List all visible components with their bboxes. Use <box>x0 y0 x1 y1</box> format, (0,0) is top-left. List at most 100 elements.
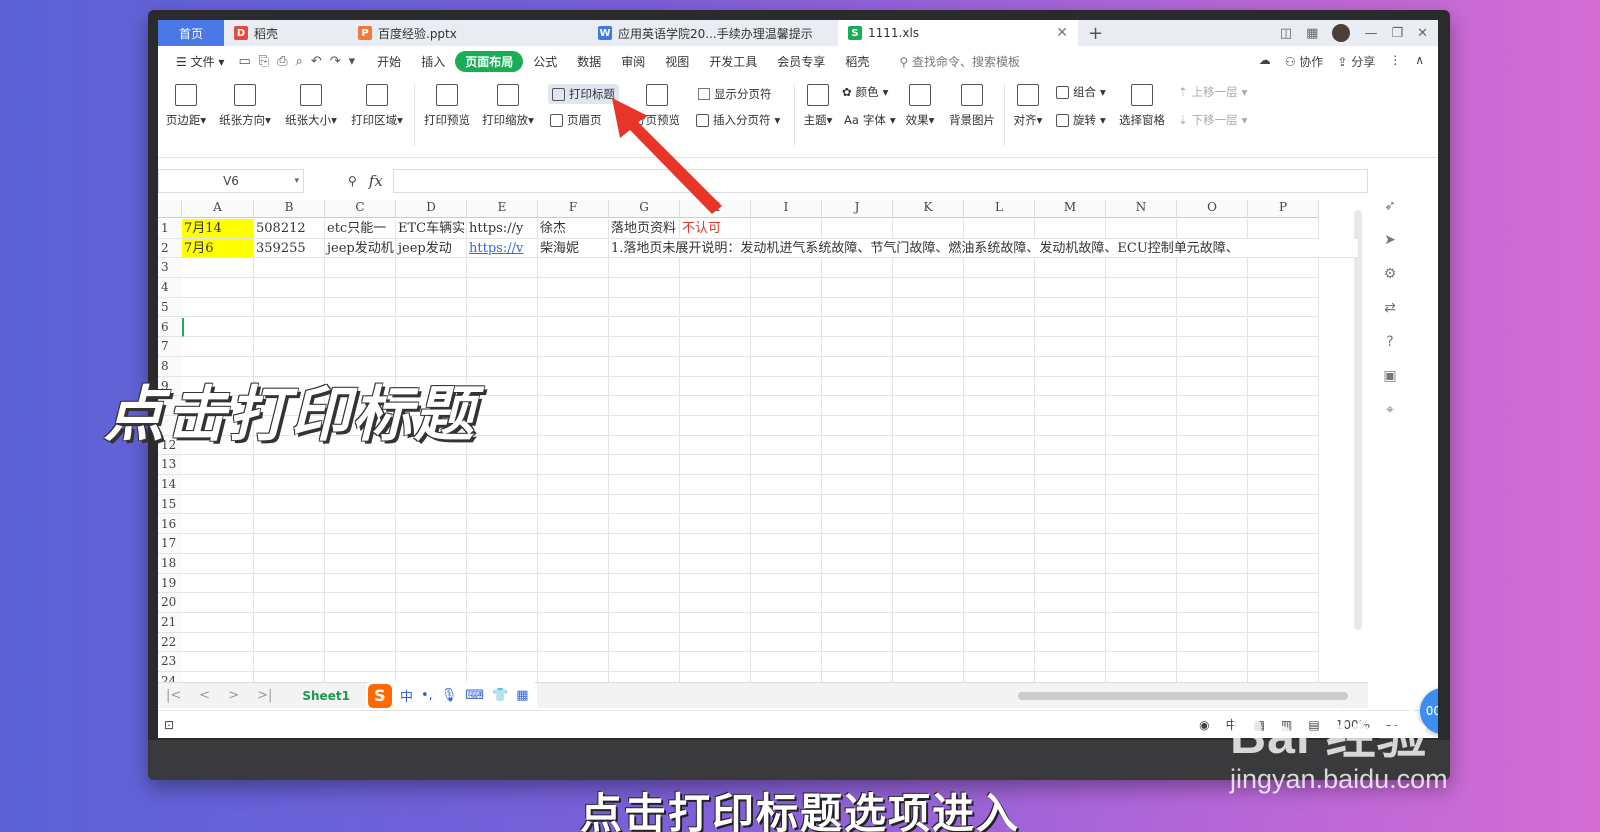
preview-icon[interactable]: ⌕ <box>296 54 303 69</box>
row-header[interactable]: 23 <box>158 652 182 673</box>
grid-cell[interactable] <box>893 593 964 613</box>
grid-cell[interactable] <box>964 278 1035 298</box>
grid-cell[interactable] <box>538 494 609 515</box>
grid-cell[interactable] <box>751 219 822 239</box>
grid-cell[interactable]: 508212 <box>254 219 325 239</box>
orientation-button[interactable]: 纸张方向▾ <box>216 84 274 128</box>
grid-cell[interactable] <box>1035 514 1106 535</box>
mic-icon[interactable]: 🎙 <box>441 688 458 703</box>
grid-cell[interactable] <box>751 494 822 515</box>
paper-size-button[interactable]: 纸张大小▾ <box>282 84 340 128</box>
grid-cell[interactable] <box>467 573 538 594</box>
grid-cell[interactable] <box>822 258 893 279</box>
grid-cell[interactable] <box>680 356 751 377</box>
grid-cell[interactable] <box>182 652 254 673</box>
image-tool-icon[interactable]: ▣ <box>1383 368 1396 384</box>
menu-member[interactable]: 会员专享 <box>767 53 835 70</box>
grid-cell[interactable] <box>396 632 467 653</box>
grid-cell[interactable] <box>1106 632 1177 653</box>
grid-cell[interactable] <box>751 376 822 397</box>
grid-cell[interactable] <box>893 219 964 239</box>
grid-cell[interactable] <box>751 396 822 416</box>
grid-cell[interactable] <box>893 553 964 574</box>
grid-cell[interactable] <box>609 534 680 554</box>
grid-cell[interactable] <box>964 258 1035 279</box>
grid-cell[interactable] <box>680 672 751 682</box>
column-header[interactable]: A <box>182 200 254 218</box>
help-icon[interactable]: ? <box>1386 334 1393 350</box>
export-icon[interactable]: ⎘ <box>259 54 269 69</box>
cloud-sync-icon[interactable]: ☁ <box>1259 53 1271 70</box>
grid-cell[interactable] <box>1177 573 1248 594</box>
page-break-preview-button[interactable]: 分页预览 <box>632 84 682 128</box>
grid-cell[interactable] <box>1248 652 1319 673</box>
grid-cell[interactable] <box>325 613 396 633</box>
grid-cell[interactable] <box>1035 593 1106 613</box>
grid-cell[interactable] <box>396 455 467 476</box>
grid-cell[interactable] <box>609 613 680 633</box>
grid-cell[interactable] <box>254 613 325 633</box>
row-header[interactable]: 5 <box>158 297 182 318</box>
grid-cell[interactable] <box>1177 317 1248 338</box>
grid-cell[interactable] <box>538 652 609 673</box>
grid-cell[interactable] <box>822 475 893 495</box>
grid-cell[interactable] <box>680 553 751 574</box>
grid-cell[interactable] <box>893 455 964 476</box>
grid-cell[interactable] <box>893 652 964 673</box>
collab-button[interactable]: ⚇ 协作 <box>1285 53 1324 70</box>
grid-cell[interactable] <box>396 672 467 682</box>
close-icon[interactable]: ✕ <box>1056 25 1068 41</box>
grid-cell[interactable] <box>182 593 254 613</box>
grid-cell[interactable] <box>964 553 1035 574</box>
grid-cell[interactable] <box>325 514 396 535</box>
print-icon[interactable]: ⎙ <box>277 54 287 69</box>
grid-cell[interactable] <box>609 376 680 397</box>
grid-cell[interactable] <box>1177 356 1248 377</box>
save-icon[interactable]: ▭ <box>238 54 250 69</box>
grid-cell[interactable] <box>751 455 822 476</box>
font-button[interactable]: Aa 字体 ▾ <box>844 112 896 128</box>
grid-cell[interactable] <box>396 553 467 574</box>
grid-cell[interactable] <box>893 317 964 338</box>
grid-cell[interactable] <box>680 475 751 495</box>
grid-cell[interactable] <box>1106 553 1177 574</box>
grid-cell[interactable] <box>609 356 680 377</box>
grid-cell[interactable] <box>893 573 964 594</box>
grid-cell[interactable] <box>822 573 893 594</box>
grid-cell[interactable] <box>182 278 254 298</box>
grid-cell[interactable] <box>609 672 680 682</box>
grid-cell[interactable] <box>1248 514 1319 535</box>
undo-icon[interactable]: ↶ <box>311 54 322 69</box>
column-header[interactable]: C <box>325 200 396 218</box>
color-button[interactable]: ✿ 颜色 ▾ <box>842 84 888 100</box>
next-sheet-icon[interactable]: > <box>228 688 239 703</box>
pointer-icon[interactable]: ➤ <box>1384 232 1396 248</box>
grid-cell[interactable] <box>1248 573 1319 594</box>
formula-input[interactable] <box>392 169 1368 193</box>
grid-cell[interactable] <box>893 416 964 436</box>
name-box[interactable]: V6 <box>158 169 304 193</box>
grid-cell[interactable] <box>254 475 325 495</box>
grid-cell[interactable] <box>254 337 325 357</box>
grid-cell[interactable] <box>538 416 609 436</box>
grid-cell[interactable] <box>822 632 893 653</box>
row-header[interactable]: 21 <box>158 613 182 633</box>
rotate-button[interactable]: 旋转 ▾ <box>1056 112 1106 128</box>
grid-cell[interactable] <box>1035 652 1106 673</box>
grid-cell[interactable] <box>822 297 893 318</box>
grid-cell[interactable] <box>538 672 609 682</box>
grid-cell[interactable] <box>467 593 538 613</box>
grid-cell[interactable] <box>751 278 822 298</box>
grid-cell[interactable] <box>822 613 893 633</box>
grid-cell[interactable] <box>538 514 609 535</box>
insert-page-break-button[interactable]: 插入分页符 ▾ <box>696 112 780 128</box>
grid-cell[interactable] <box>538 613 609 633</box>
tab-pptx[interactable]: P 百度经验.pptx <box>348 20 588 46</box>
grid-cell[interactable] <box>396 514 467 535</box>
grid-cell[interactable] <box>609 455 680 476</box>
grid-cell[interactable] <box>396 534 467 554</box>
grid-cell[interactable] <box>751 258 822 279</box>
grid-cell[interactable] <box>467 613 538 633</box>
grid-cell[interactable] <box>751 534 822 554</box>
grid-cell[interactable] <box>396 317 467 338</box>
